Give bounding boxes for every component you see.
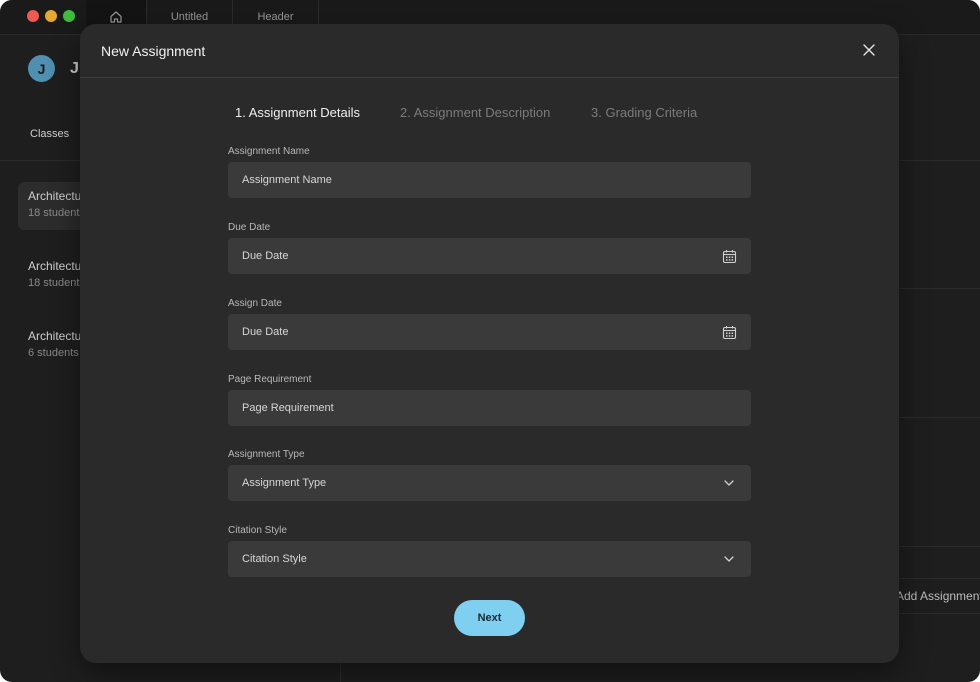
field-placeholder: Due Date <box>242 250 289 262</box>
modal-divider <box>80 77 899 78</box>
field-label: Page Requirement <box>228 374 312 385</box>
field-placeholder: Page Requirement <box>242 402 334 414</box>
calendar-icon[interactable] <box>721 248 737 264</box>
divider <box>890 578 980 579</box>
close-window-button[interactable] <box>27 10 39 22</box>
step-grading-criteria[interactable]: 3. Grading Criteria <box>591 105 697 120</box>
page-requirement-input[interactable]: Page Requirement <box>228 390 751 426</box>
citation-style-select[interactable]: Citation Style <box>228 541 751 577</box>
calendar-icon[interactable] <box>721 324 737 340</box>
field-placeholder: Citation Style <box>242 553 307 565</box>
class-name: Architectu <box>28 259 82 273</box>
class-name: Architectu <box>28 189 82 203</box>
class-student-count: 18 students <box>28 277 85 289</box>
field-label: Assignment Name <box>228 146 310 157</box>
field-label: Due Date <box>228 222 271 233</box>
assign-date-input[interactable]: Due Date <box>228 314 751 350</box>
due-date-input[interactable]: Due Date <box>228 238 751 274</box>
field-placeholder: Assignment Name <box>242 174 332 186</box>
class-student-count: 18 students <box>28 207 85 219</box>
next-button[interactable]: Next <box>454 600 525 636</box>
chevron-down-icon <box>721 475 737 491</box>
home-icon <box>110 11 122 23</box>
divider <box>890 613 980 614</box>
step-assignment-details[interactable]: 1. Assignment Details <box>235 105 360 120</box>
modal-title: New Assignment <box>101 43 206 59</box>
close-button[interactable] <box>861 42 877 58</box>
chevron-down-icon <box>721 551 737 567</box>
maximize-window-button[interactable] <box>63 10 75 22</box>
field-placeholder: Due Date <box>242 326 289 338</box>
assignment-name-input[interactable]: Assignment Name <box>228 162 751 198</box>
minimize-window-button[interactable] <box>45 10 57 22</box>
divider <box>890 417 980 418</box>
assignment-type-select[interactable]: Assignment Type <box>228 465 751 501</box>
step-assignment-description[interactable]: 2. Assignment Description <box>400 105 550 120</box>
field-label: Assign Date <box>228 298 282 309</box>
app-window: Untitled Header J J Classes Architectu 1… <box>0 0 980 682</box>
divider <box>890 546 980 547</box>
close-icon <box>863 44 875 56</box>
avatar[interactable]: J <box>28 55 55 82</box>
field-label: Assignment Type <box>228 449 305 460</box>
username: J <box>70 60 79 77</box>
nav-classes[interactable]: Classes <box>30 128 69 140</box>
add-assignment-button[interactable]: Add Assignment <box>896 589 980 603</box>
new-assignment-modal: New Assignment 1. Assignment Details 2. … <box>80 24 899 663</box>
class-name: Architectu <box>28 329 82 343</box>
divider <box>890 288 980 289</box>
field-placeholder: Assignment Type <box>242 477 327 489</box>
field-label: Citation Style <box>228 525 287 536</box>
class-student-count: 6 students <box>28 347 79 359</box>
